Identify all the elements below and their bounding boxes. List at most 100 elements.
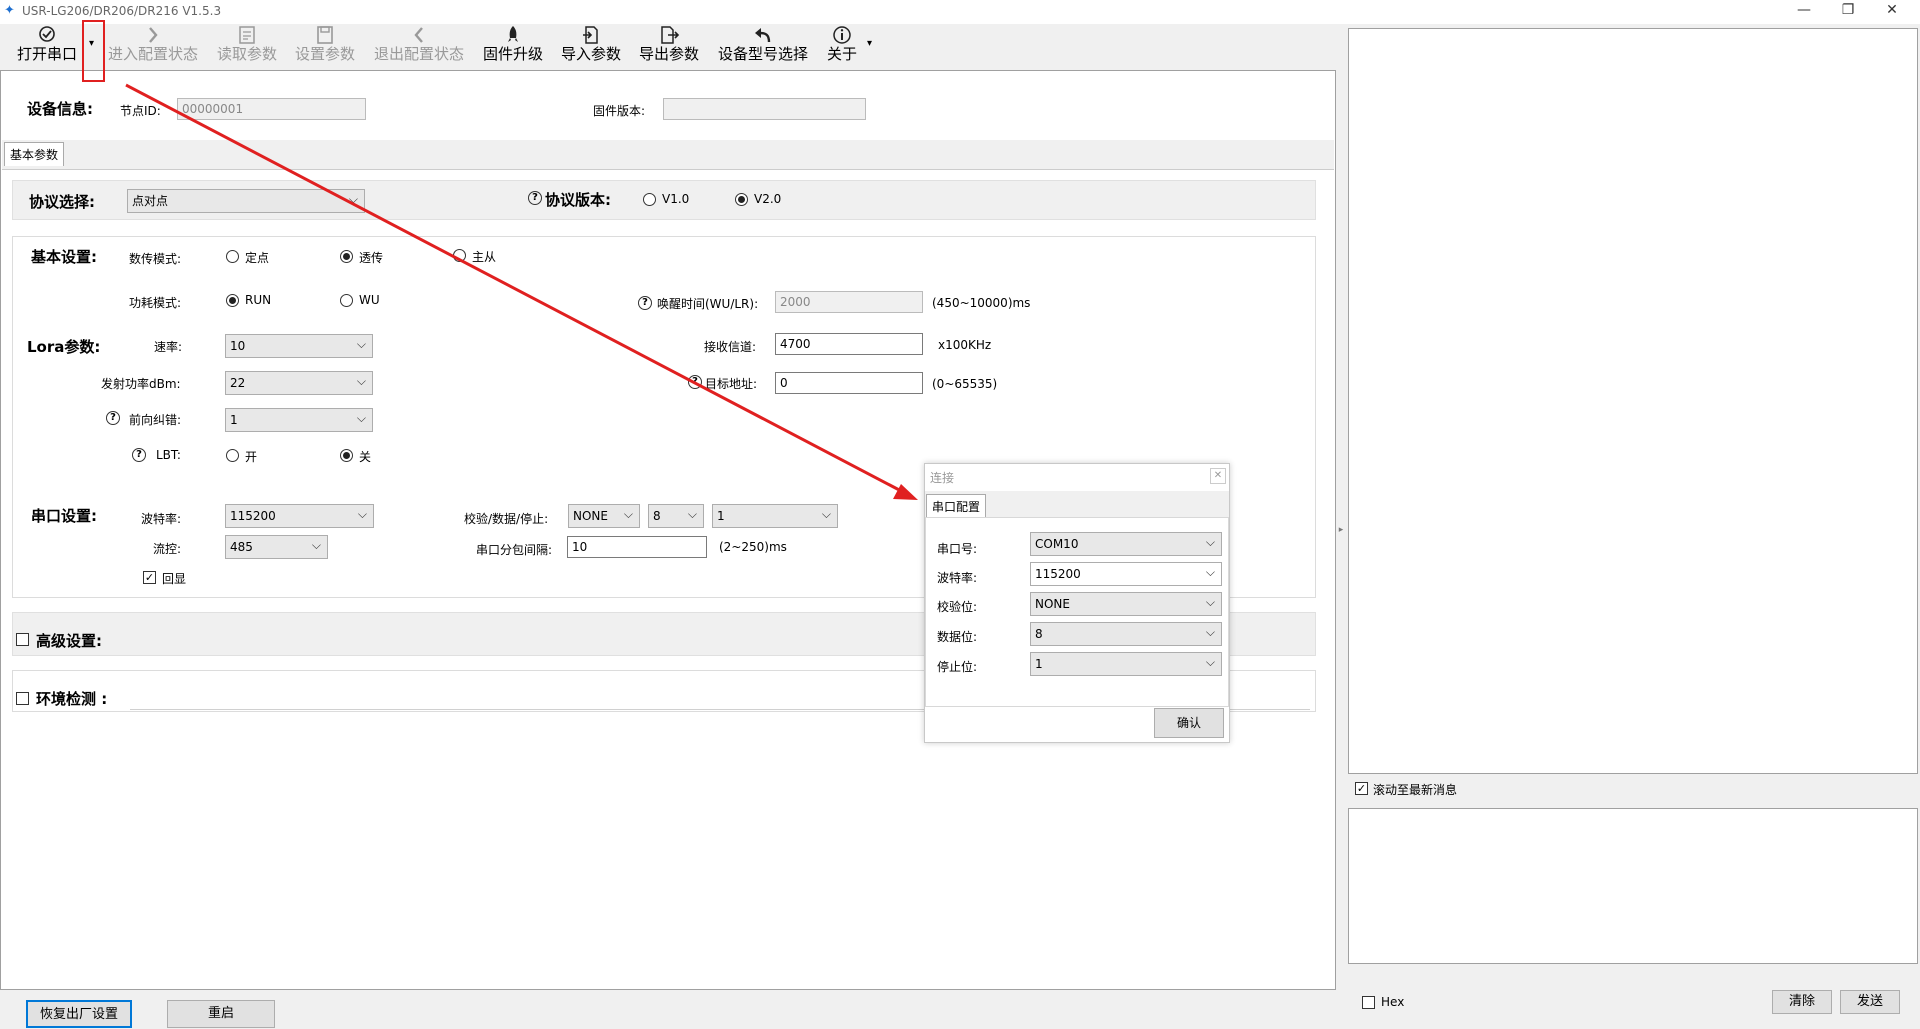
clear-button[interactable]: 清除 (1772, 990, 1832, 1014)
parity-select[interactable]: NONE (568, 504, 640, 528)
set-params-label: 设置参数 (294, 45, 355, 63)
enter-config-button[interactable]: 进入配置状态 (104, 25, 202, 69)
env-checkbox[interactable] (16, 692, 29, 705)
import-params-button[interactable]: 导入参数 (558, 25, 624, 69)
send-button[interactable]: 发送 (1840, 990, 1900, 1014)
read-params-button[interactable]: 读取参数 (214, 25, 280, 69)
device-model-button[interactable]: 设备型号选择 (714, 25, 812, 69)
dialog-confirm-button[interactable]: 确认 (1154, 708, 1224, 738)
chevron-left-icon (414, 27, 423, 43)
restore-button[interactable]: ❐ (1828, 0, 1868, 22)
power-mode-label: 功耗模式: (129, 296, 182, 310)
wake-help-icon[interactable]: ? (638, 296, 652, 310)
env-heading: 环境检测 : (36, 690, 108, 708)
scroll-latest-checkbox[interactable]: ✓ (1355, 782, 1368, 795)
tab-basic-params[interactable]: 基本参数 (4, 142, 65, 166)
dialog-tab-serial-config[interactable]: 串口配置 (926, 494, 987, 518)
target-help-icon[interactable]: ? (688, 375, 702, 389)
back-arrow-icon (755, 28, 771, 43)
transfer-mode-label: 数传模式: (129, 252, 182, 266)
set-params-button[interactable]: 设置参数 (292, 25, 358, 69)
firmware-upgrade-button[interactable]: 固件升级 (480, 25, 546, 69)
data-bits-select[interactable]: 8 (648, 504, 704, 528)
read-icon (239, 26, 255, 44)
open-port-button[interactable]: 打开串口 (12, 25, 82, 69)
import-icon (583, 26, 598, 44)
dialog-stop-select[interactable]: 1 (1030, 652, 1222, 676)
dialog-close-button[interactable]: ✕ (1210, 468, 1226, 484)
protocol-version-heading: 协议版本: (545, 191, 611, 209)
minimize-button[interactable]: — (1784, 0, 1824, 22)
packet-interval-label: 串口分包间隔: (476, 543, 553, 557)
parity-data-stop-label: 校验/数据/停止: (464, 512, 549, 526)
log-output-area[interactable] (1348, 28, 1918, 774)
stop-bits-select[interactable]: 1 (712, 504, 838, 528)
protocol-select[interactable]: 点对点 (127, 189, 365, 213)
restart-button[interactable]: 重启 (167, 1000, 275, 1028)
protocol-v1-radio[interactable] (643, 193, 656, 206)
close-window-button[interactable]: ✕ (1872, 0, 1912, 22)
target-address-field[interactable]: 0 (775, 372, 923, 394)
dialog-parity-select[interactable]: NONE (1030, 592, 1222, 616)
help-icon[interactable]: ? (528, 191, 542, 205)
tx-power-select[interactable]: 22 (225, 371, 373, 395)
lbt-off-radio[interactable] (340, 449, 353, 462)
exit-config-label: 退出配置状态 (373, 45, 464, 63)
send-input-area[interactable] (1348, 808, 1918, 964)
lbt-help-icon[interactable]: ? (132, 448, 146, 462)
wake-time-hint: (450~10000)ms (932, 296, 1031, 310)
advanced-heading: 高级设置: (36, 632, 102, 650)
node-id-field[interactable]: 00000001 (177, 98, 366, 120)
channel-field[interactable]: 4700 (775, 333, 923, 355)
dialog-port-select[interactable]: COM10 (1030, 532, 1222, 556)
serial-heading: 串口设置: (31, 507, 97, 525)
rocket-icon (508, 26, 518, 42)
firmware-version-label: 固件版本: (593, 104, 646, 118)
transfer-transparent-label: 透传 (359, 251, 384, 265)
splitter-handle[interactable]: ▸ (1337, 495, 1345, 565)
app-logo-icon: ✦ (4, 3, 15, 18)
baud-label: 波特率: (141, 512, 182, 526)
firmware-version-field[interactable] (663, 98, 866, 120)
export-params-button[interactable]: 导出参数 (636, 25, 702, 69)
enter-config-label: 进入配置状态 (107, 45, 198, 63)
baud-select[interactable]: 115200 (225, 504, 374, 528)
dialog-data-select[interactable]: 8 (1030, 622, 1222, 646)
wake-time-field[interactable]: 2000 (775, 291, 923, 313)
export-icon (661, 26, 680, 44)
transfer-transparent-radio[interactable] (340, 250, 353, 263)
exit-config-button[interactable]: 退出配置状态 (370, 25, 468, 69)
protocol-v2-radio[interactable] (735, 193, 748, 206)
import-params-label: 导入参数 (560, 45, 621, 63)
device-model-label: 设备型号选择 (717, 45, 808, 63)
protocol-heading: 协议选择: (29, 193, 95, 211)
lora-heading: Lora参数: (27, 338, 101, 356)
flow-control-select[interactable]: 485 (225, 535, 328, 559)
transfer-fixed-label: 定点 (245, 251, 270, 265)
info-icon (833, 26, 851, 44)
hex-checkbox[interactable] (1362, 996, 1375, 1009)
dialog-baud-select[interactable]: 115200 (1030, 562, 1222, 586)
flow-control-label: 流控: (153, 542, 182, 556)
transfer-fixed-radio[interactable] (226, 250, 239, 263)
lbt-on-radio[interactable] (226, 449, 239, 462)
factory-reset-button[interactable]: 恢复出厂设置 (26, 1000, 132, 1028)
echo-checkbox[interactable]: ✓ (143, 571, 156, 584)
dialog-port-label: 串口号: (937, 542, 978, 556)
power-wu-radio[interactable] (340, 294, 353, 307)
tab-strip (2, 140, 1334, 170)
about-dropdown-icon[interactable]: ▾ (867, 38, 872, 49)
echo-label: 回显 (162, 572, 187, 586)
fec-help-icon[interactable]: ? (106, 411, 120, 425)
packet-interval-field[interactable]: 10 (567, 536, 707, 558)
protocol-v2-label: V2.0 (754, 192, 782, 206)
transfer-master-slave-radio[interactable] (453, 249, 466, 262)
protocol-v1-label: V1.0 (662, 192, 690, 206)
about-button[interactable]: 关于 (822, 25, 862, 69)
advanced-checkbox[interactable] (16, 633, 29, 646)
power-run-radio[interactable] (226, 294, 239, 307)
chevron-right-icon (149, 27, 158, 43)
fec-select[interactable]: 1 (225, 408, 373, 432)
lbt-label: LBT: (156, 448, 181, 462)
rate-select[interactable]: 10 (225, 334, 373, 358)
